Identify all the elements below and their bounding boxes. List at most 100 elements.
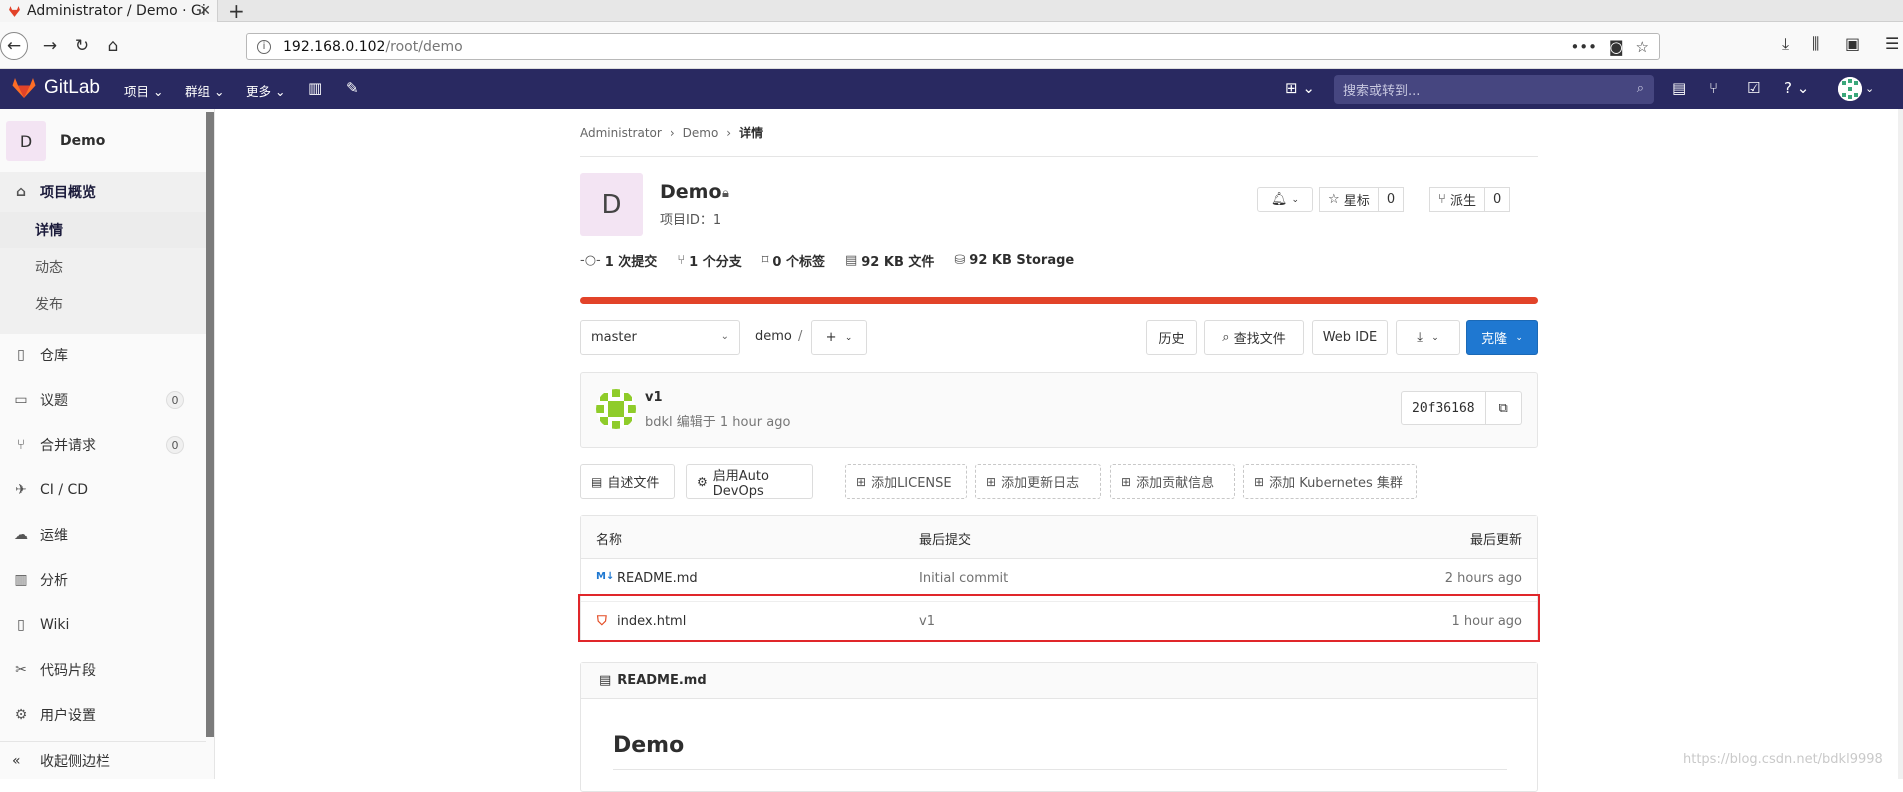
- sidebar-item-operations[interactable]: ☁ 运维: [0, 515, 206, 555]
- readme-button[interactable]: ▤ 自述文件: [580, 464, 675, 499]
- stat-branches[interactable]: ⑂ 1 个分支: [677, 251, 741, 270]
- admin-wrench-icon[interactable]: ✎: [346, 79, 359, 97]
- readme-panel: ▤ README.md Demo: [580, 662, 1538, 792]
- sidebar-item-activity[interactable]: 动态: [0, 249, 206, 285]
- plus-square-icon: ⊞: [856, 474, 867, 489]
- help-icon[interactable]: ? ⌄: [1784, 79, 1809, 97]
- menu-projects[interactable]: 项目 ⌄: [124, 81, 163, 100]
- chevron-down-icon: ⌄: [1515, 332, 1523, 343]
- search-input[interactable]: 搜索或转到... ⌕: [1334, 75, 1654, 104]
- user-avatar[interactable]: [1838, 77, 1862, 101]
- search-placeholder: 搜索或转到...: [1343, 84, 1421, 99]
- gitlab-favicon-icon: [9, 5, 20, 17]
- page-actions-icon[interactable]: •••: [1570, 38, 1597, 56]
- highlight-box: [578, 594, 1540, 642]
- library-icon[interactable]: ⫼: [1812, 34, 1819, 54]
- sidebar-item-settings[interactable]: ⚙ 用户设置: [0, 695, 206, 735]
- gear-icon: ⚙: [697, 474, 708, 489]
- sidebar-item-merge-requests[interactable]: ⑂ 合并请求 0: [0, 425, 206, 465]
- copy-icon[interactable]: ⧉: [1485, 391, 1522, 425]
- forward-icon[interactable]: →: [37, 33, 63, 59]
- auto-devops-button[interactable]: ⚙ 启用Auto DevOps: [686, 464, 813, 499]
- find-file-button[interactable]: ⌕ 查找文件: [1204, 320, 1304, 355]
- download-dropdown[interactable]: ⤓ ⌄: [1396, 320, 1460, 355]
- download-icon[interactable]: ⤓: [1782, 34, 1789, 54]
- star-button[interactable]: ☆ 星标: [1319, 187, 1379, 212]
- branch-dropdown[interactable]: master ⌄: [580, 320, 740, 355]
- add-file-dropdown[interactable]: + ⌄: [811, 320, 867, 355]
- hamburger-menu-icon[interactable]: ☰: [1885, 34, 1899, 53]
- stat-tags[interactable]: ⌑ 0 个标签: [762, 251, 825, 270]
- star-count[interactable]: 0: [1378, 187, 1405, 212]
- web-ide-button[interactable]: Web IDE: [1312, 320, 1388, 355]
- gitlab-logo[interactable]: GitLab: [12, 77, 100, 99]
- bookmark-star-icon[interactable]: ☆: [1636, 38, 1649, 56]
- menu-more[interactable]: 更多 ⌄: [246, 81, 285, 100]
- commit-author-avatar[interactable]: [596, 389, 636, 429]
- sidebar-item-repository[interactable]: ▯ 仓库: [0, 335, 206, 375]
- gear-icon: ⚙: [14, 707, 28, 723]
- sidebar-item-details[interactable]: 详情: [0, 212, 206, 248]
- commit-icon: -○-: [580, 253, 601, 268]
- breadcrumb-demo[interactable]: Demo: [683, 126, 719, 140]
- fork-count[interactable]: 0: [1484, 187, 1511, 212]
- path-root[interactable]: demo: [755, 329, 792, 344]
- stat-commits[interactable]: -○- 1 次提交: [580, 251, 657, 270]
- activity-chart-icon[interactable]: ▥: [308, 79, 322, 97]
- sidebar-item-cicd[interactable]: ✈ CI / CD: [0, 470, 206, 510]
- merge-request-icon: ⑂: [16, 437, 26, 453]
- todos-icon[interactable]: ☑: [1747, 79, 1760, 97]
- project-avatar-large: D: [580, 173, 643, 236]
- sidebar-toggle-icon[interactable]: ▣: [1845, 34, 1860, 53]
- page-scrollbar[interactable]: [1898, 109, 1903, 779]
- sidebar-project-name: Demo: [60, 133, 106, 149]
- merge-requests-icon[interactable]: ⑂: [1709, 79, 1718, 97]
- column-last-commit: 最后提交: [919, 533, 972, 548]
- notification-dropdown[interactable]: 🔔︎ ⌄: [1257, 187, 1313, 212]
- book-icon: ▯: [17, 617, 25, 633]
- commit-sha[interactable]: 20f36168: [1401, 391, 1486, 425]
- sidebar-item-overview[interactable]: ⌂ 项目概览: [0, 172, 206, 212]
- browser-tab[interactable]: Administrator / Demo · Gi ✕: [0, 0, 218, 22]
- breadcrumb-admin[interactable]: Administrator: [580, 126, 662, 140]
- commit-title[interactable]: v1: [645, 390, 663, 405]
- file-name-link[interactable]: README.md: [617, 571, 698, 586]
- user-menu-chevron-icon[interactable]: ⌄: [1865, 82, 1874, 95]
- sidebar-item-releases[interactable]: 发布: [0, 286, 206, 322]
- clone-button[interactable]: 克隆 ⌄: [1466, 320, 1538, 355]
- sidebar-item-analytics[interactable]: ▥ 分析: [0, 560, 206, 600]
- breadcrumb-current[interactable]: 详情: [739, 124, 763, 141]
- sidebar-item-snippets[interactable]: ✂ 代码片段: [0, 650, 206, 690]
- plus-square-icon: ⊞: [1254, 474, 1265, 489]
- stat-files[interactable]: ▤ 92 KB 文件: [845, 251, 934, 270]
- issues-icon[interactable]: ▤: [1672, 79, 1686, 97]
- project-stats: -○- 1 次提交 ⑂ 1 个分支 ⌑ 0 个标签 ▤ 92 KB 文件 ⛁ 92 KB …: [580, 251, 1094, 270]
- readme-heading: Demo: [613, 733, 685, 758]
- reload-icon[interactable]: ↻: [69, 33, 95, 59]
- branch-icon: ⑂: [677, 253, 686, 268]
- new-tab-icon[interactable]: +: [228, 0, 245, 22]
- new-plus-icon[interactable]: ⊞ ⌄: [1285, 79, 1315, 97]
- collapse-sidebar-button[interactable]: «收起侧边栏: [0, 741, 206, 779]
- home-icon[interactable]: ⌂: [100, 33, 126, 59]
- path-separator: /: [798, 329, 803, 344]
- sidebar-item-wiki[interactable]: ▯ Wiki: [0, 605, 206, 645]
- file-commit-link[interactable]: Initial commit: [919, 571, 1008, 586]
- add-changelog-button[interactable]: ⊞ 添加更新日志: [975, 464, 1101, 499]
- add-contributing-button[interactable]: ⊞ 添加贡献信息: [1110, 464, 1235, 499]
- add-kubernetes-button[interactable]: ⊞ 添加 Kubernetes 集群: [1243, 464, 1417, 499]
- sidebar-item-issues[interactable]: ▭ 议题 0: [0, 380, 206, 420]
- site-info-icon[interactable]: i: [257, 39, 271, 54]
- star-button-group: ☆ 星标 0: [1319, 187, 1405, 212]
- sidebar-scrollbar[interactable]: [206, 112, 214, 737]
- fork-button[interactable]: ⑂ 派生: [1429, 187, 1485, 212]
- address-bar[interactable]: i 192.168.0.102/root/demo ••• ◙ ☆: [246, 33, 1660, 60]
- tab-close-icon[interactable]: ✕: [199, 3, 211, 19]
- pocket-icon[interactable]: ◙: [1609, 38, 1624, 56]
- commit-sha-group: 20f36168 ⧉: [1401, 391, 1522, 425]
- add-license-button[interactable]: ⊞ 添加LICENSE: [845, 464, 967, 499]
- back-icon[interactable]: ←: [0, 32, 28, 60]
- menu-groups[interactable]: 群组 ⌄: [185, 81, 224, 100]
- sidebar-project-header[interactable]: D Demo: [6, 121, 105, 161]
- history-button[interactable]: 历史: [1146, 320, 1197, 355]
